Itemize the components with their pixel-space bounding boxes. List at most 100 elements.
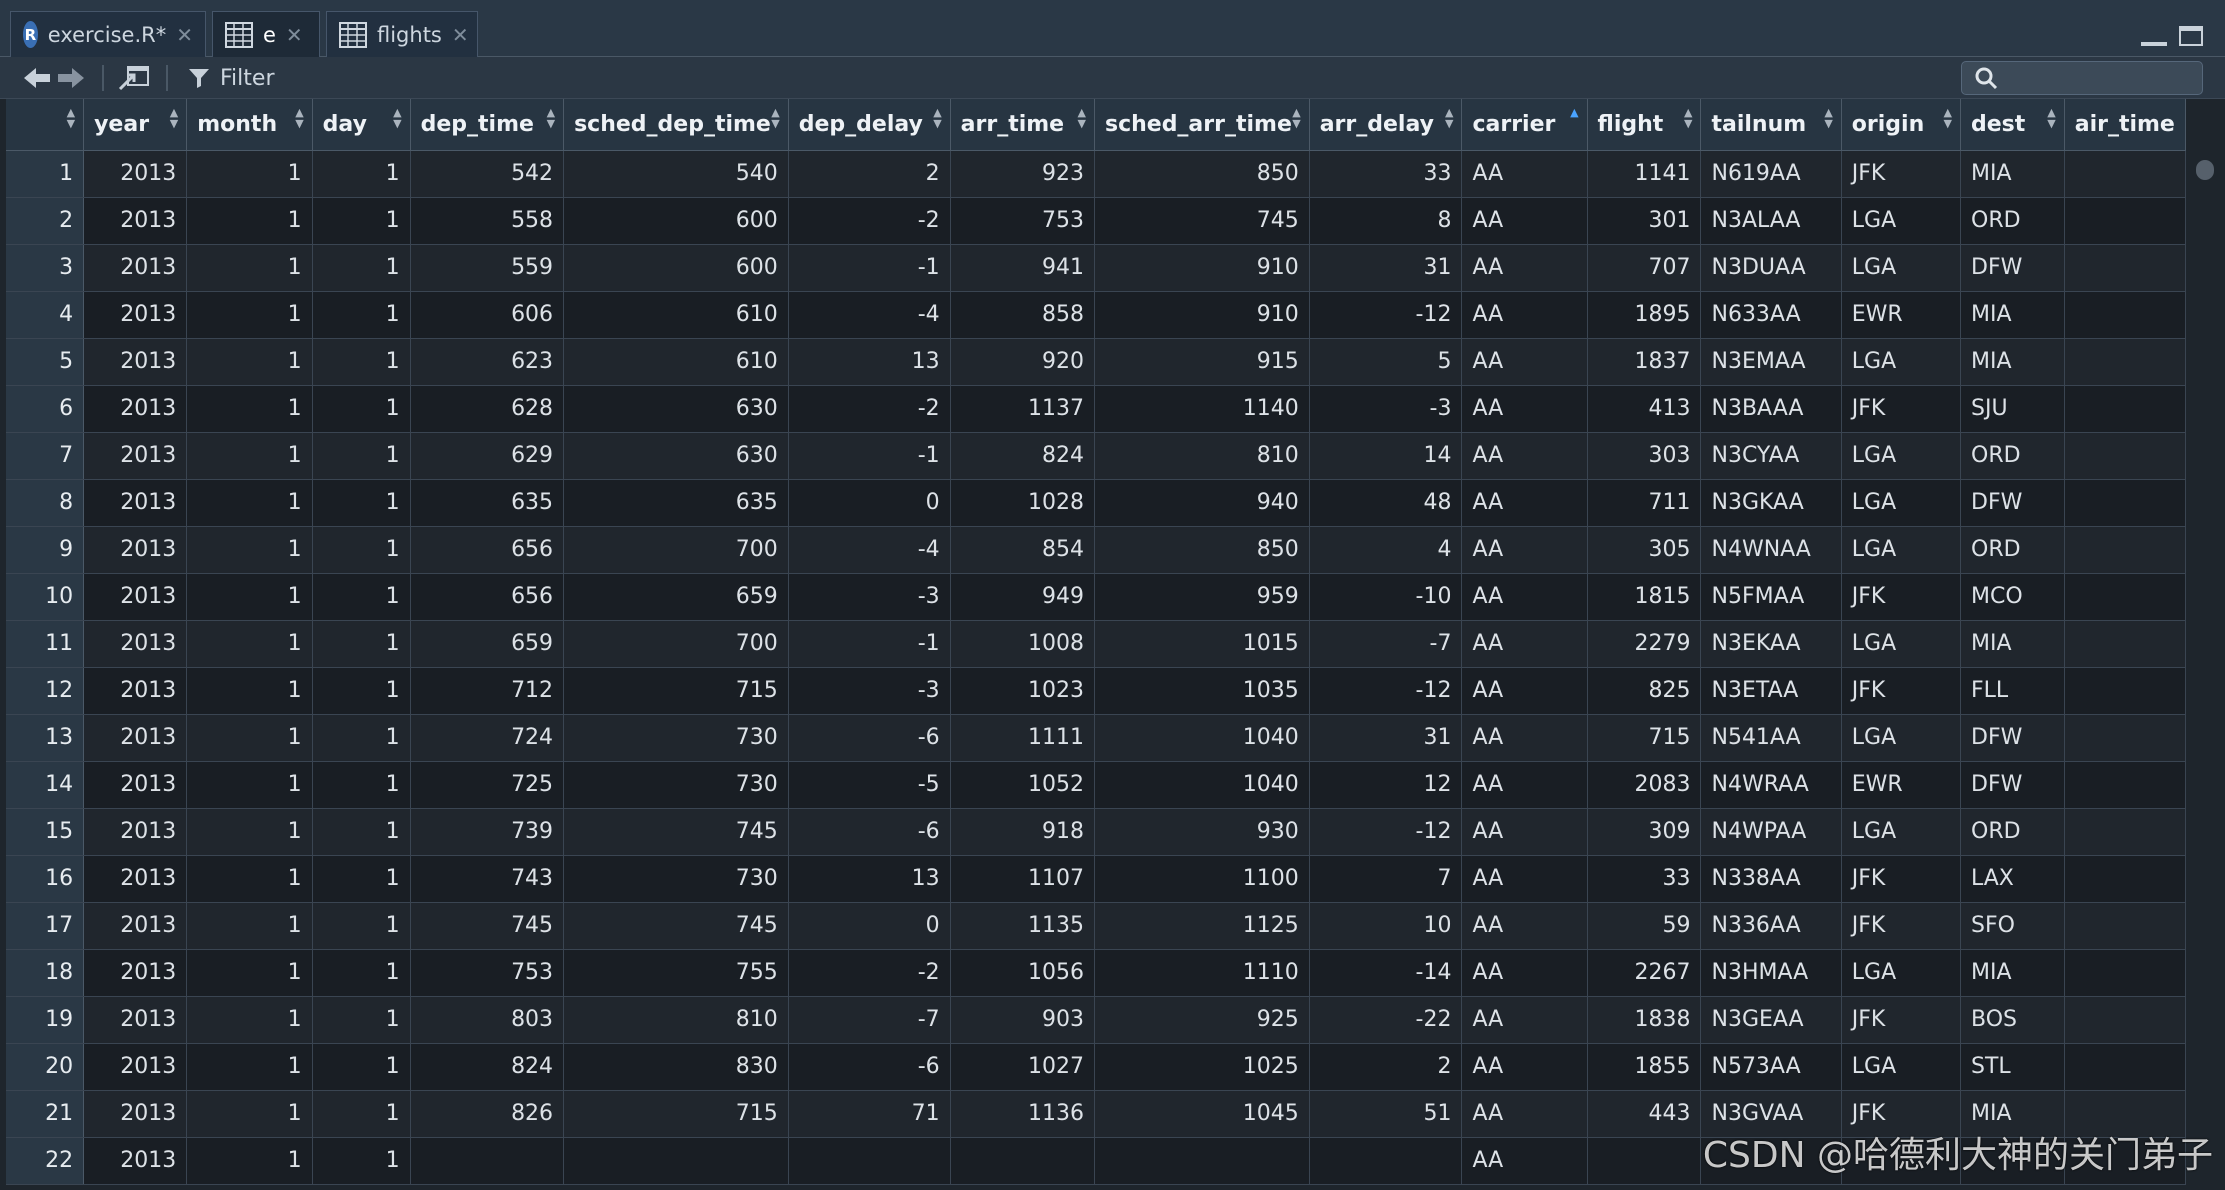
column-header-carrier[interactable]: carrier ▲▼ [1461,99,1588,151]
sort-arrows-icon[interactable]: ▲▼ [170,107,178,129]
cell-dest: STL [1960,1043,2065,1091]
cell-sched-dep-time: 755 [563,949,789,997]
column-header-label: tailnum [1711,111,1807,137]
minimize-pane-icon[interactable] [2141,26,2167,46]
sort-arrows-icon[interactable]: ▲▼ [1684,107,1692,129]
cell-flight: 2083 [1587,761,1702,809]
cell-tailnum: N5FMAA [1700,573,1842,621]
sort-arrows-icon[interactable]: ▲▼ [933,107,941,129]
column-header-month[interactable]: month ▲ ▼ [186,99,313,151]
column-header-label: air_time [2074,111,2175,137]
search-input[interactable] [2006,66,2200,90]
tab-flights[interactable]: flights ✕ [326,11,478,57]
cell-sched-arr-time: 940 [1094,479,1310,527]
cell-dep-delay: -6 [788,714,951,762]
row-number-header[interactable]: ▲ ▼ [6,99,85,151]
sort-arrows-icon[interactable]: ▲▼ [1292,107,1300,129]
row-number-cell: 8 [6,479,85,527]
cell-dep-delay: -4 [788,291,951,339]
column-header-sched-arr-time[interactable]: sched_arr_time ▲ ▼ [1094,99,1310,151]
sort-arrows-icon[interactable]: ▲▼ [1824,107,1832,129]
cell-arr-time: 1107 [950,855,1095,903]
cell-dep-delay: -5 [788,761,951,809]
sort-arrows-icon[interactable]: ▲▼ [1078,107,1086,129]
column-header-origin[interactable]: origin ▲ ▼ [1841,99,1962,151]
column-header-tailnum[interactable]: tailnum ▲ ▼ [1700,99,1842,151]
column-header-arr-time[interactable]: arr_time ▲ ▼ [950,99,1095,151]
cell-dest: BOS [1960,996,2065,1044]
cell-sched-arr-time: 915 [1094,338,1310,386]
cell-arr-delay: -3 [1309,385,1463,433]
cell-sched-arr-time: 1025 [1094,1043,1310,1091]
row-number-cell: 14 [6,761,85,809]
sort-arrows-icon[interactable]: ▲▼ [67,107,75,129]
sort-arrows-icon[interactable]: ▲▼ [295,107,303,129]
maximize-pane-icon[interactable] [2179,26,2203,46]
table-row: 7 2013 1 1 629 630 -1 824 810 14 AA 303 N3CYAA LGA ORD [6,432,2186,480]
cell-month: 1 [186,1090,313,1138]
cell-arr-delay: -7 [1309,620,1463,668]
sort-arrows-icon[interactable]: ▲▼ [547,107,555,129]
cell-origin: LGA [1841,197,1962,245]
sort-arrows-icon[interactable]: ▲▼ [2047,107,2055,129]
filter-button[interactable]: Filter [188,64,274,92]
sort-arrows-icon[interactable]: ▲▼ [1445,107,1453,129]
cell-dep-delay: -1 [788,620,951,668]
cell-carrier: AA [1461,667,1588,715]
sort-arrows-icon[interactable]: ▲▼ [771,107,779,129]
tab-e[interactable]: e ✕ [212,11,320,57]
column-header-year[interactable]: year ▲ ▼ [83,99,188,151]
cell-sched-arr-time: 1045 [1094,1090,1310,1138]
vertical-scrollbar[interactable] [2186,150,2225,1190]
cell-sched-dep-time: 730 [563,761,789,809]
cell-day: 1 [312,1090,411,1138]
search-box[interactable] [1961,61,2203,95]
column-header-flight[interactable]: flight ▲ ▼ [1587,99,1702,151]
column-header-day[interactable]: day ▲ ▼ [312,99,411,151]
column-header-dep-time[interactable]: dep_time ▲ ▼ [410,99,565,151]
cell-arr-delay: -14 [1309,949,1463,997]
column-header-arr-delay[interactable]: arr_delay ▲ ▼ [1309,99,1463,151]
cell-dest: FLL [1960,667,2065,715]
column-header-label: arr_time [960,111,1065,137]
sort-arrows-icon[interactable]: ▲▼ [1944,107,1952,129]
close-icon[interactable]: ✕ [452,23,469,47]
column-header-sched-dep-time[interactable]: sched_dep_time ▲ ▼ [563,99,789,151]
cell-sched-dep-time: 700 [563,526,789,574]
cell-flight: 715 [1587,714,1702,762]
cell-dep-time: 606 [410,291,565,339]
row-number-cell: 9 [6,526,85,574]
cell-dep-time: 725 [410,761,565,809]
cell-origin: LGA [1841,338,1962,386]
data-grid-icon [225,21,253,48]
cell-dest: MCO [1960,573,2065,621]
tab-exercise-r[interactable]: R exercise.R* ✕ [10,11,206,57]
column-header-air-time[interactable]: air_time [2064,99,2186,151]
cell-air-time [2064,714,2186,762]
column-header-dest[interactable]: dest ▲ ▼ [1960,99,2065,151]
column-header-dep-delay[interactable]: dep_delay ▲ ▼ [788,99,951,151]
back-button[interactable] [22,64,52,92]
cell-flight: 707 [1587,244,1702,292]
cell-air-time [2064,526,2186,574]
table-row: 19 2013 1 1 803 810 -7 903 925 -22 AA 1838 N3GEAA JFK… [6,996,2186,1044]
popout-window-button[interactable] [118,64,150,92]
sort-arrows-icon[interactable]: ▲▼ [393,107,401,129]
cell-dep-time: 656 [410,526,565,574]
close-icon[interactable]: ✕ [176,23,193,47]
cell-origin: LGA [1841,479,1962,527]
cell-dep-time: 745 [410,902,565,950]
table-row: 2 2013 1 1 558 600 -2 753 745 8 AA 301 N3ALAA LGA ORD [6,197,2186,245]
sort-arrows-icon[interactable]: ▲▼ [1570,107,1578,129]
cell-arr-time [950,1137,1095,1185]
cell-sched-arr-time: 1110 [1094,949,1310,997]
cell-carrier: AA [1461,949,1588,997]
cell-carrier: AA [1461,855,1588,903]
scrollbar-thumb[interactable] [2196,160,2214,180]
cell-sched-arr-time: 1125 [1094,902,1310,950]
cell-arr-delay: 10 [1309,902,1463,950]
close-icon[interactable]: ✕ [286,23,303,47]
forward-button[interactable] [56,64,86,92]
row-number-cell: 13 [6,714,85,762]
cell-arr-time: 1135 [950,902,1095,950]
